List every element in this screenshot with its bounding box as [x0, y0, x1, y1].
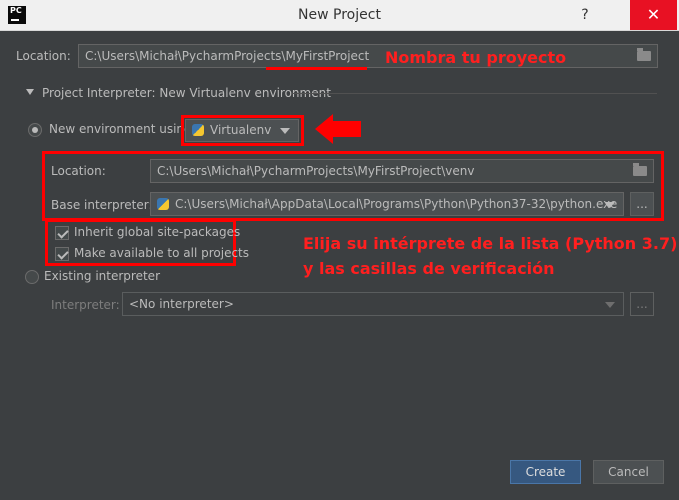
base-interpreter-dropdown[interactable]: C:\Users\Michał\AppData\Local\Programs\P…: [150, 192, 624, 216]
project-name-underline: [266, 67, 367, 70]
interpreter-section-title[interactable]: Project Interpreter: New Virtualenv envi…: [42, 86, 331, 100]
existing-interpreter-browse-button[interactable]: ...: [630, 292, 654, 316]
venv-location-label: Location:: [51, 164, 106, 178]
location-label: Location:: [16, 49, 71, 63]
dropdown-arrow-icon: [605, 202, 615, 208]
cancel-button[interactable]: Cancel: [593, 460, 664, 484]
folder-icon[interactable]: [637, 48, 651, 61]
base-interpreter-value: C:\Users\Michał\AppData\Local\Programs\P…: [175, 197, 618, 211]
dropdown-arrow-icon: [280, 128, 290, 134]
location-prefix: C:\Users\Michał\PycharmProjects\: [85, 49, 286, 63]
existing-interpreter-dropdown[interactable]: <No interpreter>: [122, 292, 624, 316]
env-tool-dropdown[interactable]: Virtualenv: [185, 119, 299, 142]
env-tool-value: Virtualenv: [210, 123, 272, 137]
interpreter-label: Interpreter:: [51, 298, 120, 312]
annotation-choose-line1: Elija su intérprete de la lista (Python …: [303, 234, 678, 253]
project-location-field[interactable]: C:\Users\Michał\PycharmProjects\MyFirstP…: [78, 44, 658, 68]
create-button[interactable]: Create: [510, 460, 581, 484]
inherit-packages-checkbox[interactable]: [55, 226, 69, 240]
location-project-name: MyFirstProject: [285, 49, 370, 63]
venv-location-value: C:\Users\Michał\PycharmProjects\MyFirstP…: [157, 164, 475, 178]
inherit-packages-label[interactable]: Inherit global site-packages: [74, 225, 240, 239]
existing-interpreter-label[interactable]: Existing interpreter: [44, 269, 160, 283]
existing-interpreter-radio[interactable]: [25, 270, 39, 284]
annotation-name-project: Nombra tu proyecto: [385, 48, 567, 67]
dropdown-arrow-icon: [605, 302, 615, 308]
section-separator: [292, 93, 657, 94]
collapse-triangle-icon[interactable]: [26, 89, 34, 95]
folder-icon[interactable]: [633, 163, 647, 176]
python-icon: [157, 198, 169, 210]
base-interpreter-label: Base interpreter:: [51, 198, 153, 212]
help-button[interactable]: ?: [573, 3, 597, 27]
existing-interpreter-value: <No interpreter>: [129, 297, 234, 311]
venv-location-field[interactable]: C:\Users\Michał\PycharmProjects\MyFirstP…: [150, 159, 654, 183]
make-available-checkbox[interactable]: [55, 247, 69, 261]
new-environment-radio[interactable]: [28, 123, 42, 137]
make-available-label[interactable]: Make available to all projects: [74, 246, 249, 260]
close-button[interactable]: ✕: [630, 0, 677, 30]
annotation-choose-line2: y las casillas de verificación: [303, 259, 555, 278]
base-interpreter-browse-button[interactable]: ...: [630, 192, 654, 216]
red-arrow-icon: [315, 114, 361, 144]
new-environment-label: New environment using: [49, 122, 192, 136]
python-icon: [192, 124, 204, 136]
